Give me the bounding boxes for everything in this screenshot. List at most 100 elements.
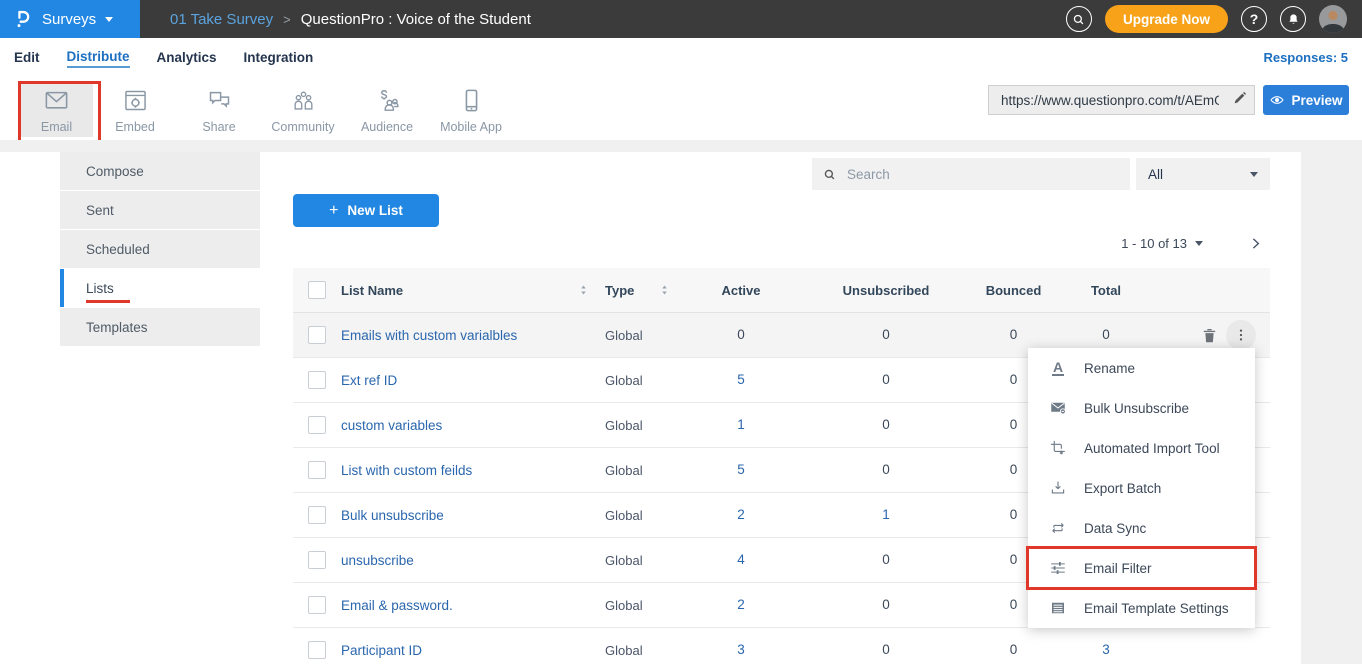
tool-community[interactable]: Community — [261, 83, 345, 137]
responses-count-link[interactable]: Responses: 5 — [1263, 50, 1348, 65]
menu-item-export-batch[interactable]: Export Batch — [1028, 468, 1255, 508]
col-bounced: Bounced — [971, 283, 1086, 298]
automated-import-icon — [1048, 438, 1068, 458]
count-link[interactable]: 2 — [737, 597, 745, 612]
row-checkbox[interactable] — [308, 506, 326, 524]
sort-icon[interactable] — [660, 284, 669, 296]
menu-item-bulk-unsubscribe[interactable]: Bulk Unsubscribe — [1028, 388, 1255, 428]
delete-list-button[interactable] — [1200, 326, 1219, 345]
eye-icon — [1269, 92, 1285, 108]
count-link[interactable]: 5 — [737, 462, 745, 477]
sort-icon[interactable] — [579, 284, 588, 296]
sidebar-item-templates[interactable]: Templates — [60, 308, 260, 346]
tab-analytics[interactable]: Analytics — [157, 50, 217, 67]
menu-item-email-filter[interactable]: Email Filter — [1028, 548, 1255, 588]
row-checkbox[interactable] — [308, 461, 326, 479]
notifications-button[interactable] — [1280, 6, 1306, 32]
list-search-box — [812, 158, 1130, 190]
count-value: 0 — [882, 597, 890, 612]
list-name-link[interactable]: Bulk unsubscribe — [341, 508, 444, 523]
menu-item-automated-import-tool[interactable]: Automated Import Tool — [1028, 428, 1255, 468]
sidebar-item-lists[interactable]: Lists — [60, 269, 260, 307]
menu-item-rename[interactable]: ARename — [1028, 348, 1255, 388]
count-link[interactable]: 5 — [737, 372, 745, 387]
menu-item-label: Export Batch — [1084, 481, 1161, 496]
tab-edit[interactable]: Edit — [14, 50, 40, 67]
surveys-menu-button[interactable]: Surveys — [0, 0, 140, 38]
header-actions: Upgrade Now ? — [1066, 5, 1362, 33]
upgrade-now-button[interactable]: Upgrade Now — [1105, 5, 1228, 33]
tab-integration[interactable]: Integration — [244, 50, 314, 67]
search-button[interactable] — [1066, 6, 1092, 32]
tool-label: Embed — [115, 120, 155, 134]
col-unsubscribed: Unsubscribed — [801, 283, 971, 298]
edit-url-button[interactable] — [1232, 90, 1248, 111]
product-name: Surveys — [42, 11, 96, 28]
list-type: Global — [605, 328, 643, 343]
count-value: 0 — [882, 462, 890, 477]
preview-button[interactable]: Preview — [1263, 85, 1349, 115]
tool-email[interactable]: Email — [20, 83, 93, 137]
list-name-link[interactable]: Participant ID — [341, 643, 422, 658]
help-button[interactable]: ? — [1241, 6, 1267, 32]
count-link[interactable]: 3 — [1102, 642, 1110, 657]
list-type: Global — [605, 418, 643, 433]
filter-value: All — [1148, 167, 1163, 182]
count-link[interactable]: 1 — [737, 417, 745, 432]
data-sync-icon — [1048, 518, 1068, 538]
count-link[interactable]: 2 — [737, 507, 745, 522]
count-value: 0 — [1010, 462, 1018, 477]
list-name-link[interactable]: custom variables — [341, 418, 442, 433]
survey-url-input[interactable] — [999, 92, 1221, 109]
lists-annotation-underline — [86, 300, 130, 303]
row-checkbox[interactable] — [308, 416, 326, 434]
list-name-link[interactable]: Ext ref ID — [341, 373, 397, 388]
row-checkbox[interactable] — [308, 551, 326, 569]
divider-strip — [0, 140, 1362, 152]
tool-share[interactable]: Share — [177, 83, 261, 137]
new-list-button[interactable]: + New List — [293, 194, 439, 227]
list-type: Global — [605, 598, 643, 613]
sidebar-item-label: Scheduled — [86, 242, 150, 257]
search-input[interactable] — [845, 166, 1099, 183]
user-avatar[interactable] — [1319, 5, 1347, 33]
survey-tab-bar: Edit Distribute Analytics Integration Respo… — [0, 38, 1362, 78]
count-value: 0 — [882, 327, 890, 342]
chevron-down-icon — [1250, 172, 1258, 177]
count-link[interactable]: 3 — [737, 642, 745, 657]
menu-item-data-sync[interactable]: Data Sync — [1028, 508, 1255, 548]
sidebar-item-scheduled[interactable]: Scheduled — [60, 230, 260, 268]
next-page-button[interactable] — [1247, 235, 1264, 252]
list-filter-dropdown[interactable]: All — [1136, 158, 1270, 190]
list-name-link[interactable]: Email & password. — [341, 598, 453, 613]
count-link[interactable]: 4 — [737, 552, 745, 567]
row-checkbox[interactable] — [308, 371, 326, 389]
row-checkbox[interactable] — [308, 326, 326, 344]
row-menu-button[interactable] — [1226, 320, 1256, 350]
tab-distribute[interactable]: Distribute — [67, 49, 130, 68]
list-name-link[interactable]: unsubscribe — [341, 553, 414, 568]
tool-audience[interactable]: Audience — [345, 83, 429, 137]
breadcrumb-survey-link[interactable]: 01 Take Survey — [170, 11, 273, 28]
list-type: Global — [605, 553, 643, 568]
row-checkbox[interactable] — [308, 641, 326, 659]
tool-mobile-app[interactable]: Mobile App — [429, 83, 513, 137]
count-value: 0 — [882, 372, 890, 387]
sidebar-item-compose[interactable]: Compose — [60, 152, 260, 190]
list-name-link[interactable]: Emails with custom varialbles — [341, 328, 517, 343]
count-link[interactable]: 1 — [882, 507, 890, 522]
count-value: 0 — [882, 552, 890, 567]
menu-item-email-template-settings[interactable]: Email Template Settings — [1028, 588, 1255, 628]
email-icon — [43, 87, 70, 117]
menu-item-label: Email Filter — [1084, 561, 1152, 576]
list-name-link[interactable]: List with custom feilds — [341, 463, 472, 478]
count-value: 0 — [882, 642, 890, 657]
bell-icon — [1286, 12, 1301, 27]
row-checkbox[interactable] — [308, 596, 326, 614]
sidebar-item-sent[interactable]: Sent — [60, 191, 260, 229]
select-all-checkbox[interactable] — [308, 281, 326, 299]
count-value: 0 — [1010, 552, 1018, 567]
right-gutter — [1301, 140, 1362, 664]
page-range-dropdown[interactable]: 1 - 10 of 13 — [1121, 236, 1203, 251]
tool-embed[interactable]: Embed — [93, 83, 177, 137]
